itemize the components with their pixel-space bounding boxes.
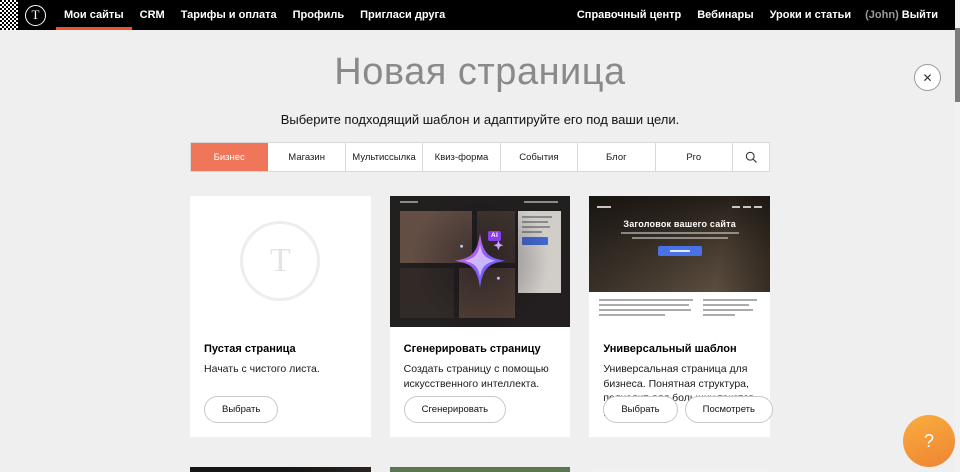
tilda-watermark-letter: T xyxy=(270,242,291,280)
nav-my-sites[interactable]: Мои сайты xyxy=(56,0,132,30)
card-actions: Выбрать xyxy=(204,396,278,423)
placeholder-line xyxy=(703,314,736,316)
universal-preview: Заголовок вашего сайта xyxy=(589,196,770,327)
tab-pro[interactable]: Pro xyxy=(656,143,733,171)
template-card-universal: Заголовок вашего сайта xyxy=(589,196,770,437)
scrollbar-thumb[interactable] xyxy=(955,28,960,102)
user-name: (John) xyxy=(865,9,899,21)
tilda-watermark-icon: T xyxy=(240,221,320,301)
card-body: Пустая страница Начать с чистого листа. xyxy=(190,327,371,377)
close-button[interactable]: ✕ xyxy=(914,64,941,91)
scrollbar xyxy=(955,0,960,472)
nav-invite-friend[interactable]: Пригласи друга xyxy=(352,0,453,30)
tilda-logo-letter: T xyxy=(32,7,40,23)
template-card-blank-page: T Пустая страница Начать с чистого листа… xyxy=(190,196,371,437)
ai-badge: AI xyxy=(488,231,501,241)
tab-shop[interactable]: Магазин xyxy=(268,143,345,171)
placeholder-line xyxy=(599,299,692,301)
card-title: Пустая страница xyxy=(204,343,357,355)
secondary-nav: Справочный центр Вебинары Уроки и статьи… xyxy=(569,0,946,30)
tilda-edge-pattern xyxy=(0,0,18,30)
tab-business[interactable]: Бизнес xyxy=(191,143,268,171)
template-category-tabs: Бизнес Магазин Мультиссылка Квиз-форма С… xyxy=(190,142,770,172)
template-card-partial[interactable] xyxy=(190,467,371,472)
placeholder-line xyxy=(599,309,690,311)
placeholder-line xyxy=(621,232,739,234)
tab-quiz-form[interactable]: Квиз-форма xyxy=(423,143,500,171)
preview-site-heading: Заголовок вашего сайта xyxy=(589,219,770,229)
template-card-partial[interactable] xyxy=(589,467,770,472)
template-cards-row: T Пустая страница Начать с чистого листа… xyxy=(190,196,770,437)
new-page-dialog: ✕ Новая страница Выберите подходящий шаб… xyxy=(0,50,960,472)
logout-link[interactable]: Выйти xyxy=(899,0,946,30)
placeholder-line xyxy=(703,309,753,311)
tab-blog[interactable]: Блог xyxy=(578,143,655,171)
card-actions: Сгенерировать xyxy=(404,396,506,423)
help-button[interactable]: ? xyxy=(903,415,955,467)
template-card-ai-generate: AI Сгенерировать страницу Создать страни… xyxy=(390,196,571,437)
ai-generate-preview: AI xyxy=(390,196,571,327)
card-description: Начать с чистого листа. xyxy=(204,362,357,377)
mini-nav-links xyxy=(732,206,762,208)
placeholder-line xyxy=(632,237,728,239)
nav-crm[interactable]: CRM xyxy=(132,0,173,30)
placeholder-line xyxy=(599,314,664,316)
preview-button-shape xyxy=(658,246,702,256)
main-nav: Мои сайты CRM Тарифы и оплата Профиль Пр… xyxy=(56,0,453,30)
tab-multilink[interactable]: Мультиссылка xyxy=(346,143,423,171)
choose-blank-button[interactable]: Выбрать xyxy=(204,396,278,423)
template-card-partial[interactable] xyxy=(390,467,571,472)
card-title: Универсальный шаблон xyxy=(603,343,756,355)
template-cards-row-partial xyxy=(190,467,770,472)
placeholder-line xyxy=(599,304,688,306)
placeholder-line xyxy=(703,299,758,301)
generate-button[interactable]: Сгенерировать xyxy=(404,396,506,423)
placeholder-line xyxy=(754,206,762,208)
page-title: Новая страница xyxy=(0,50,960,94)
blank-page-preview: T xyxy=(190,196,371,327)
nav-tariffs[interactable]: Тарифы и оплата xyxy=(173,0,285,30)
placeholder-line xyxy=(703,304,749,306)
choose-universal-button[interactable]: Выбрать xyxy=(603,396,677,423)
preview-text-column xyxy=(703,299,758,320)
tab-search[interactable] xyxy=(733,143,769,171)
ai-sparkle-icon xyxy=(449,229,511,291)
page-subtitle: Выберите подходящий шаблон и адаптируйте… xyxy=(0,112,960,127)
nav-profile[interactable]: Профиль xyxy=(285,0,352,30)
view-universal-button[interactable]: Посмотреть xyxy=(685,396,773,423)
preview-text-column xyxy=(599,299,692,320)
tab-events[interactable]: События xyxy=(501,143,578,171)
nav-lessons[interactable]: Уроки и статьи xyxy=(762,0,860,30)
tilda-logo[interactable]: T xyxy=(25,5,46,26)
hero-inner: Заголовок вашего сайта xyxy=(589,196,770,256)
placeholder-line xyxy=(732,206,740,208)
search-icon xyxy=(744,150,758,164)
card-body: Сгенерировать страницу Создать страницу … xyxy=(390,327,571,391)
mini-site-nav xyxy=(589,206,770,208)
universal-preview-hero: Заголовок вашего сайта xyxy=(589,196,770,292)
card-description: Создать страницу с помощью искусственног… xyxy=(404,362,557,391)
placeholder-line xyxy=(743,206,751,208)
nav-webinars[interactable]: Вебинары xyxy=(689,0,761,30)
placeholder-line xyxy=(597,206,611,208)
card-actions: Выбрать Посмотреть xyxy=(603,396,773,423)
universal-preview-text-section xyxy=(589,292,770,327)
card-title: Сгенерировать страницу xyxy=(404,343,557,355)
topbar: T Мои сайты CRM Тарифы и оплата Профиль … xyxy=(0,0,960,30)
nav-help-center[interactable]: Справочный центр xyxy=(569,0,689,30)
